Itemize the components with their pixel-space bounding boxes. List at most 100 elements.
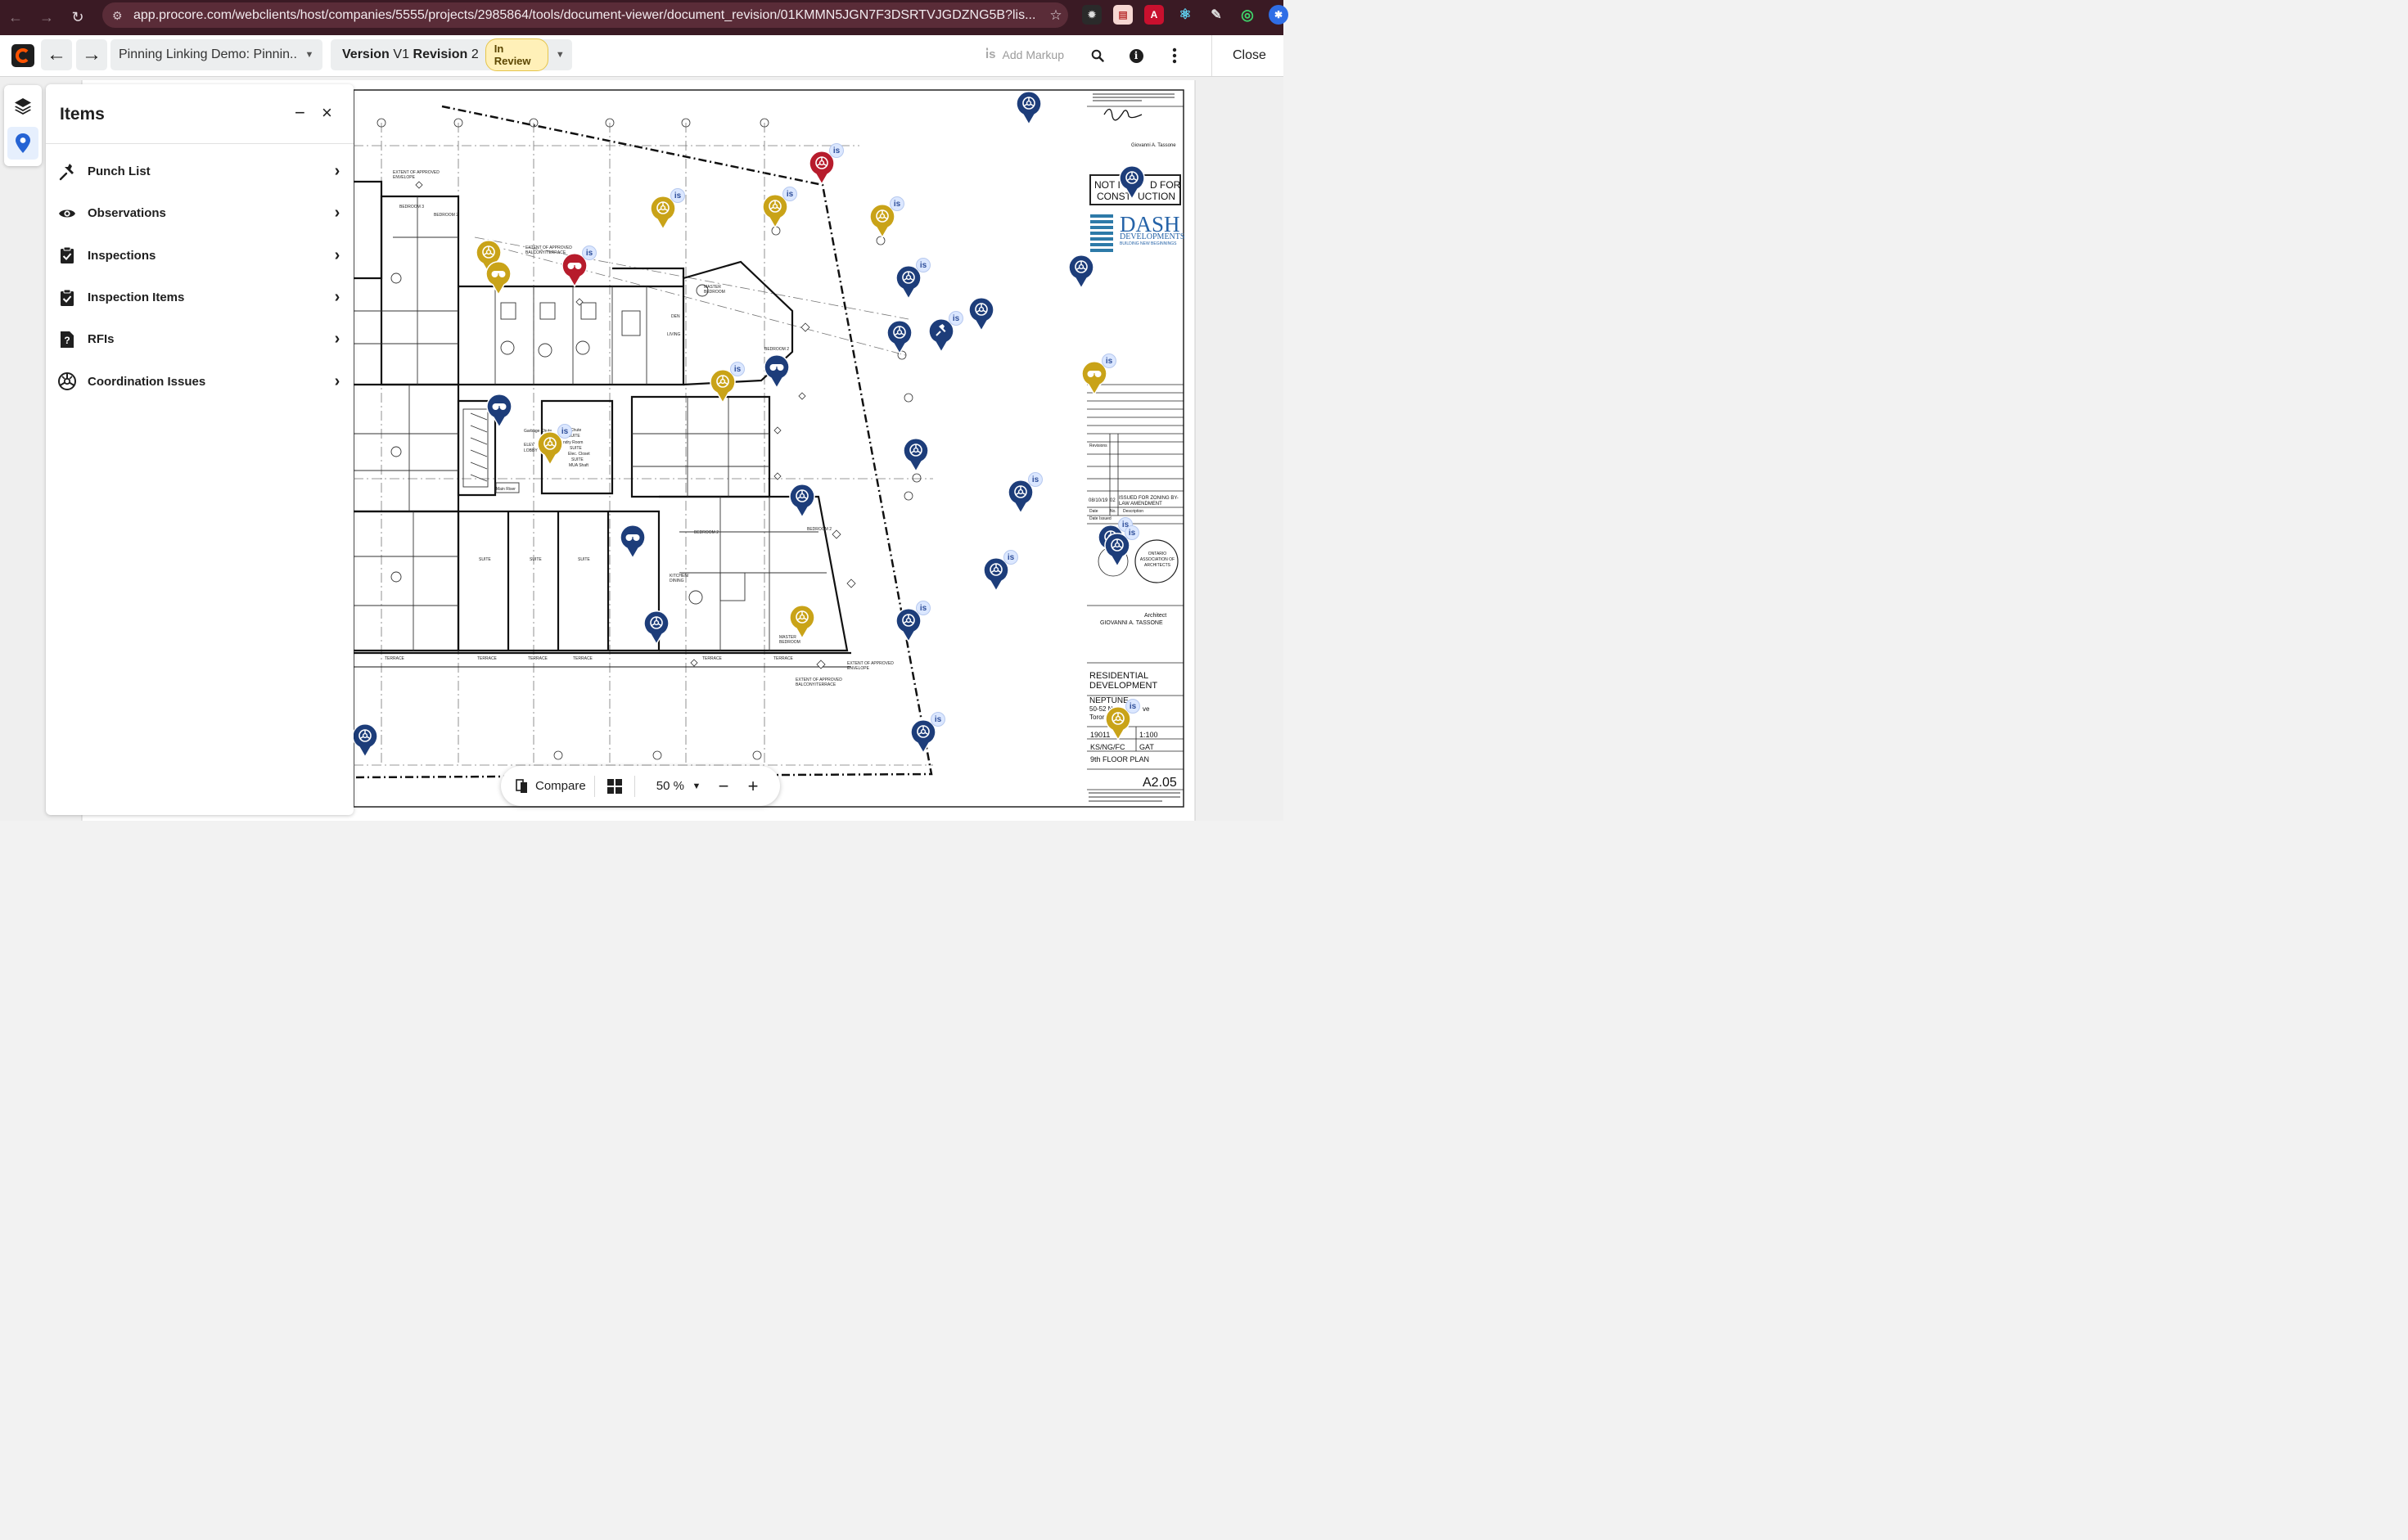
svg-text:BEDROOM 2: BEDROOM 2 [807, 527, 832, 532]
svg-text:TERRACE: TERRACE [385, 656, 405, 661]
markup-link-icon: is [1003, 550, 1018, 565]
chevron-right-icon: › [334, 245, 340, 264]
tool-item-inspection-items[interactable]: Inspection Items › [46, 277, 354, 318]
revisions-label: Revisions [1089, 444, 1107, 448]
tool-item-coordination-issues[interactable]: Coordination Issues › [46, 360, 354, 402]
observation-pin[interactable] [763, 353, 791, 390]
svg-text:Elec. Closet: Elec. Closet [568, 452, 590, 457]
coordination-issue-pin[interactable] [788, 604, 816, 640]
chevron-right-icon: › [334, 371, 340, 390]
coordination-issue-pin[interactable]: is [761, 187, 797, 229]
description-column-label: Description [1123, 509, 1144, 514]
svg-text:BEDROOM 3: BEDROOM 3 [399, 205, 424, 209]
stamp-text-1: NOT I [1094, 179, 1121, 191]
coordination-issue-pin[interactable] [1067, 254, 1095, 290]
chevron-right-icon: › [334, 330, 340, 349]
grid-view-button[interactable] [595, 778, 634, 794]
checked-by: GAT [1139, 743, 1154, 751]
tool-item-label: Inspection Items [88, 290, 185, 305]
issue-number: 02 [1110, 498, 1116, 503]
svg-text:DINING: DINING [670, 579, 684, 583]
svg-text:SUITE: SUITE [578, 557, 590, 562]
svg-text:?: ? [64, 335, 70, 346]
coordination-issue-pin[interactable] [351, 723, 379, 759]
coordination-issue-pin[interactable] [643, 610, 670, 646]
location-pin-icon [16, 133, 30, 153]
clipboard-check-icon [57, 245, 77, 265]
tool-rail [4, 85, 42, 166]
compare-label: Compare [535, 779, 586, 793]
markup-link-icon: is [582, 245, 597, 260]
minimize-icon[interactable]: − [295, 102, 305, 124]
svg-text:BEDROOM 2: BEDROOM 2 [434, 213, 458, 218]
coordination-issue-pin[interactable]: is [1104, 699, 1140, 741]
svg-text:BEDROOM 2: BEDROOM 2 [694, 530, 719, 535]
punch-list-icon [57, 162, 77, 182]
coordination-issue-pin[interactable] [902, 437, 930, 473]
layers-button[interactable] [7, 89, 38, 122]
punch-item-pin[interactable]: is [927, 311, 963, 353]
coordination-issue-pin[interactable]: is [982, 550, 1018, 592]
zoom-in-button[interactable]: + [738, 776, 768, 797]
svg-text:LIVING: LIVING [667, 332, 681, 337]
compare-button[interactable]: Compare [501, 778, 594, 794]
coordination-issue-pin[interactable] [788, 483, 816, 519]
markup-link-icon: is [1028, 472, 1043, 487]
tool-item-inspections[interactable]: Inspections › [46, 235, 354, 277]
svg-text:BEDROOM 2: BEDROOM 2 [764, 347, 789, 352]
svg-text:BEDROOM: BEDROOM [779, 640, 800, 645]
coordination-issue-pin[interactable] [1015, 90, 1043, 126]
markup-link-icon: is [730, 362, 745, 376]
chevron-right-icon: › [334, 162, 340, 181]
svg-text:TERRACE: TERRACE [528, 656, 548, 661]
coordination-issue-pin[interactable]: is [808, 143, 844, 186]
sheet-title: 9th FLOOR PLAN [1090, 755, 1150, 763]
panel-title: Items [60, 105, 105, 124]
observation-pin[interactable] [485, 393, 513, 429]
items-panel: Items − × Punch List › Observations › In… [46, 84, 354, 815]
coordination-issue-pin[interactable]: is [709, 362, 745, 404]
tool-item-label: Observations [88, 206, 166, 221]
items-pin-button[interactable] [7, 127, 38, 160]
tool-item-rfis[interactable]: ? RFIs › [46, 318, 354, 360]
observation-pin[interactable] [485, 260, 512, 296]
coordination-issue-pin[interactable]: is [868, 196, 904, 239]
coordination-issue-pin[interactable]: is [536, 424, 572, 466]
coordination-issue-pin[interactable]: is [895, 601, 931, 643]
zoom-level[interactable]: 50 % [635, 779, 684, 793]
coordination-issue-pin[interactable]: is [909, 712, 945, 754]
rfi-question-icon: ? [57, 330, 77, 349]
coordination-issue-pin[interactable]: is [649, 188, 685, 231]
observation-pin[interactable]: is [1080, 353, 1116, 396]
zoom-out-button[interactable]: − [709, 776, 738, 797]
tool-item-label: Coordination Issues [88, 374, 206, 389]
coordination-issue-pin[interactable] [886, 319, 913, 355]
tool-item-punch-list[interactable]: Punch List › [46, 151, 354, 192]
markup-link-icon: is [557, 424, 572, 439]
observation-pin[interactable] [619, 524, 647, 560]
observation-pin[interactable]: is [561, 245, 597, 288]
company-sub-text: DEVELOPMENTS [1120, 232, 1185, 241]
date-issued-label: Date Issued [1089, 516, 1112, 521]
chevron-down-icon[interactable]: ▼ [684, 781, 709, 791]
svg-text:ENVELOPE: ENVELOPE [847, 666, 870, 671]
coordination-issue-pin[interactable] [967, 296, 995, 332]
svg-text:BALCONY/TERRACE: BALCONY/TERRACE [796, 682, 836, 687]
coordination-issue-pin[interactable]: is [1007, 472, 1043, 515]
site-line-2b: ve [1143, 705, 1150, 713]
svg-text:ELEV: ELEV [524, 443, 534, 448]
project-line-1: RESIDENTIAL [1089, 671, 1149, 681]
coordination-issue-pin[interactable]: is [1103, 525, 1139, 568]
coordination-issue-pin[interactable]: is [895, 258, 931, 300]
panel-divider [46, 143, 354, 144]
items-tool-list: Punch List › Observations › Inspections … [46, 151, 354, 403]
markup-link-icon: is [782, 187, 797, 201]
coordination-issue-pin[interactable] [1118, 164, 1146, 200]
close-icon[interactable]: × [322, 102, 332, 124]
markup-link-icon: is [931, 712, 945, 727]
chevron-right-icon: › [334, 288, 340, 307]
grid-icon [607, 778, 622, 794]
clipboard-check-icon [57, 288, 77, 308]
markup-link-icon: is [1102, 353, 1116, 368]
tool-item-observations[interactable]: Observations › [46, 192, 354, 234]
